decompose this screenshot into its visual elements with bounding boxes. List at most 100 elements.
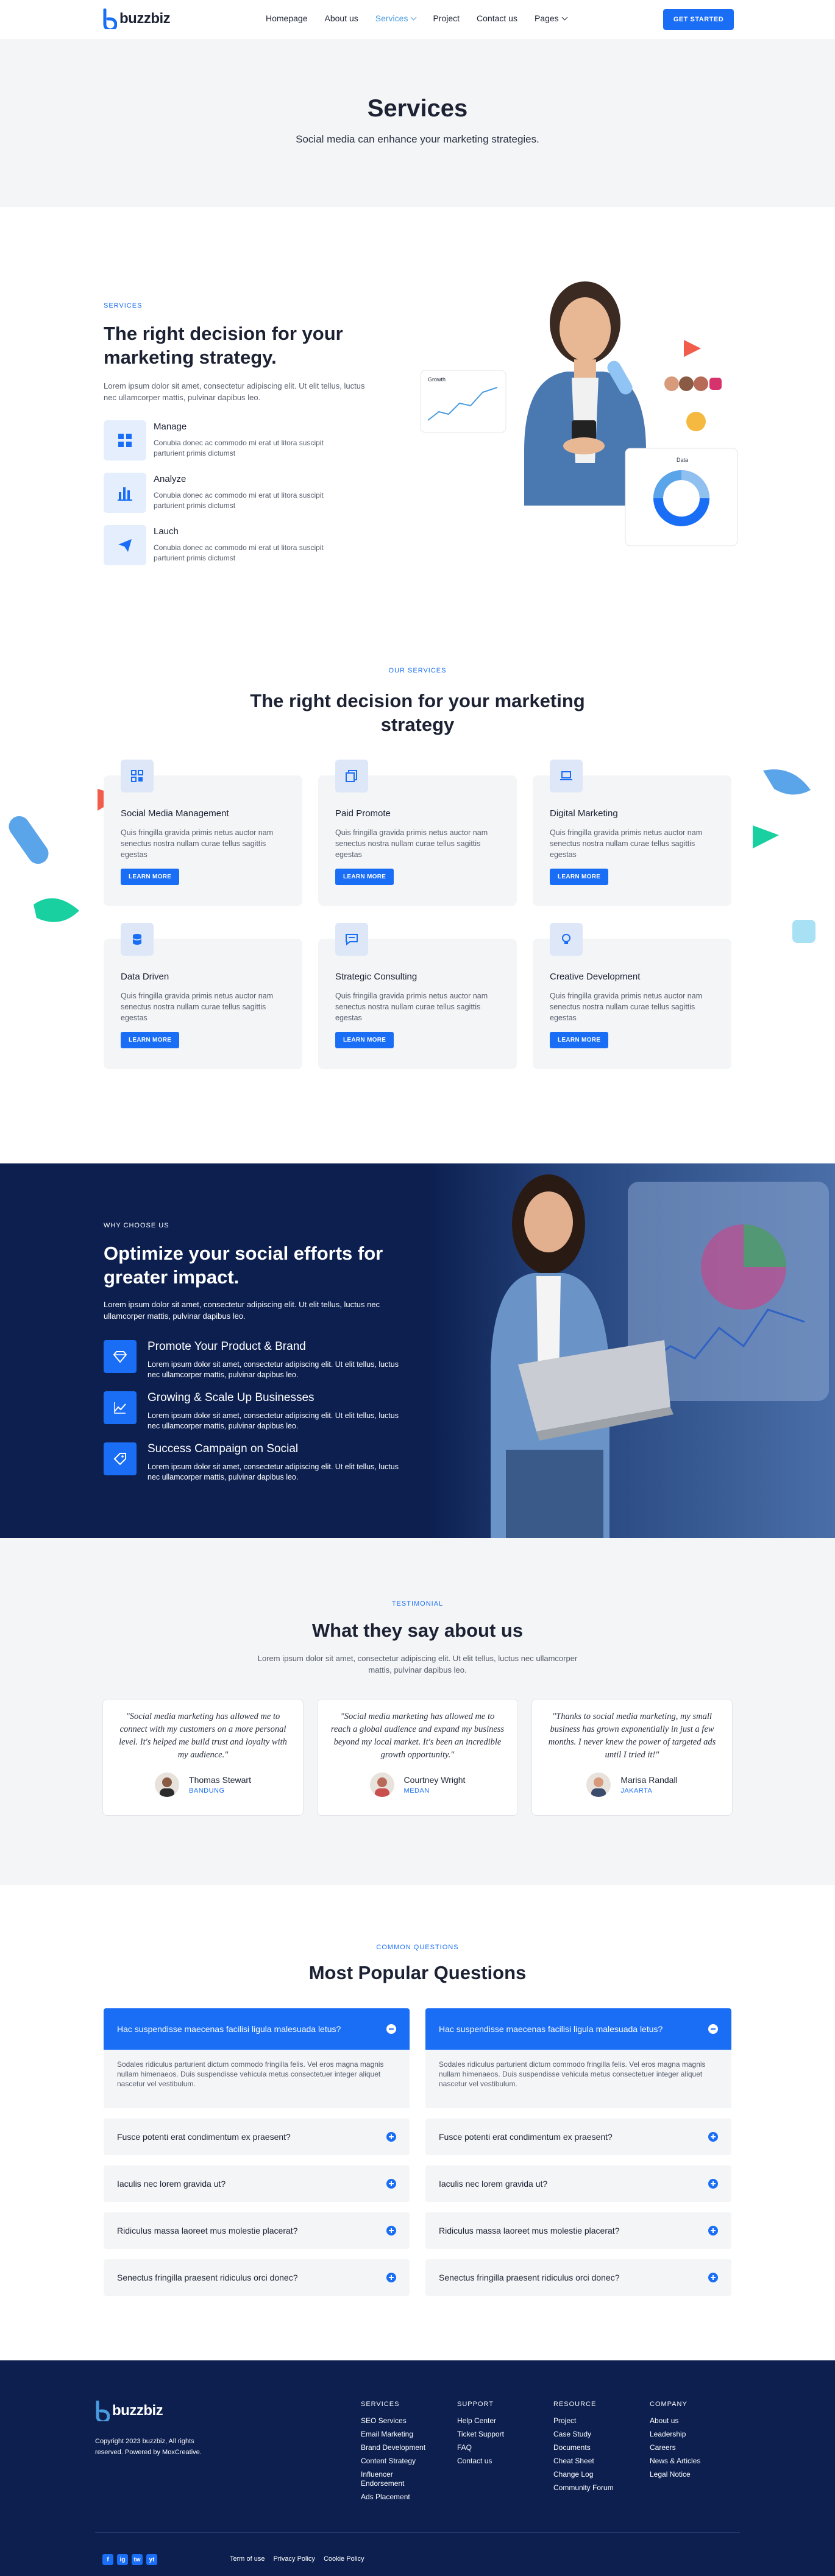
footer-link[interactable]: Brand Development bbox=[361, 2443, 425, 2452]
footer-link[interactable]: FAQ bbox=[457, 2443, 504, 2452]
footer-column-title: SUPPORT bbox=[457, 2401, 494, 2408]
footer-link[interactable]: Legal Notice bbox=[650, 2470, 700, 2479]
footer-logo[interactable]: buzzbiz bbox=[95, 2401, 163, 2421]
feature-text: Conubia donec ac commodo mi erat ut lito… bbox=[154, 543, 324, 562]
chat-icon bbox=[335, 923, 368, 956]
faq-question[interactable]: Ridiculus massa laoreet mus molestie pla… bbox=[425, 2212, 731, 2249]
card-title: Digital Marketing bbox=[550, 808, 618, 819]
nav-pages[interactable]: Pages bbox=[535, 13, 568, 23]
faq-question[interactable]: Senectus fringilla praesent ridiculus or… bbox=[104, 2259, 410, 2296]
faq-question-text: Ridiculus massa laoreet mus molestie pla… bbox=[439, 2226, 620, 2235]
why-lead: Lorem ipsum dolor sit amet, consectetur … bbox=[104, 1300, 380, 1321]
footer-link[interactable]: Influencer Endorsement bbox=[361, 2470, 416, 2488]
faq-section: COMMON QUESTIONS Most Popular Questions … bbox=[0, 1885, 835, 2360]
dashboard-icon bbox=[121, 760, 154, 792]
growth-chart-card: Growth bbox=[420, 370, 506, 433]
faq-question[interactable]: Iaculis nec lorem gravida ut? bbox=[425, 2165, 731, 2202]
service-card-social-media: Social Media Management Quis fringilla g… bbox=[104, 760, 302, 906]
learn-more-button[interactable]: LEARN MORE bbox=[550, 869, 609, 885]
copyright: Copyright 2023 buzzbiz, All rights reser… bbox=[95, 2438, 202, 2456]
avatar bbox=[155, 1773, 180, 1797]
avatar bbox=[369, 1773, 394, 1797]
footer-link[interactable]: Leadership bbox=[650, 2430, 700, 2439]
faq-column-left: Hac suspendisse maecenas facilisi ligula… bbox=[104, 2008, 410, 2306]
footer-link[interactable]: Help Center bbox=[457, 2416, 504, 2426]
faq-question[interactable]: Ridiculus massa laoreet mus molestie pla… bbox=[104, 2212, 410, 2249]
footer-link[interactable]: Contact us bbox=[457, 2457, 504, 2466]
faq-question-open[interactable]: Hac suspendisse maecenas facilisi ligula… bbox=[425, 2008, 731, 2050]
facebook-icon[interactable]: f bbox=[102, 2554, 113, 2565]
footer-link[interactable]: SEO Services bbox=[361, 2416, 425, 2426]
card-text: Quis fringilla gravida primis netus auct… bbox=[335, 828, 488, 859]
footer-link[interactable]: Content Strategy bbox=[361, 2457, 425, 2466]
plus-icon bbox=[386, 2273, 396, 2282]
footer-link[interactable]: News & Articles bbox=[650, 2457, 700, 2466]
terms-link[interactable]: Term of use bbox=[230, 2555, 265, 2563]
footer-link[interactable]: Change Log bbox=[553, 2470, 614, 2479]
logo[interactable]: buzzbiz bbox=[102, 9, 171, 29]
faq-question-text: Hac suspendisse maecenas facilisi ligula… bbox=[117, 2024, 341, 2034]
learn-more-button[interactable]: LEARN MORE bbox=[335, 1032, 394, 1048]
main-nav: Homepage About us Services Project Conta… bbox=[266, 13, 584, 23]
youtube-icon[interactable]: yt bbox=[146, 2554, 157, 2565]
why-feature-title: Promote Your Product & Brand bbox=[147, 1340, 306, 1353]
trend-line-icon bbox=[104, 1391, 137, 1424]
faq-question[interactable]: Fusce potenti erat condimentum ex praese… bbox=[425, 2119, 731, 2155]
footer-divider bbox=[95, 2532, 740, 2533]
faq-question-text: Fusce potenti erat condimentum ex praese… bbox=[439, 2132, 613, 2142]
intro-title: The right decision for your marketing st… bbox=[104, 323, 343, 368]
faq-question-text: Senectus fringilla praesent ridiculus or… bbox=[117, 2273, 298, 2282]
intro-eyebrow: SERVICES bbox=[104, 302, 143, 309]
plus-icon bbox=[386, 2132, 396, 2142]
logo-mark-icon bbox=[103, 9, 117, 29]
testimonial-quote: "Thanks to social media marketing, my sm… bbox=[548, 1712, 716, 1760]
why-feature-success: Success Campaign on Social Lorem ipsum do… bbox=[104, 1442, 410, 1483]
nav-contact[interactable]: Contact us bbox=[477, 13, 517, 23]
site-header: buzzbiz Homepage About us Services Proje… bbox=[0, 0, 835, 39]
privacy-link[interactable]: Privacy Policy bbox=[273, 2555, 314, 2563]
faq-question-text: Ridiculus massa laoreet mus molestie pla… bbox=[117, 2226, 298, 2235]
page-title: Services bbox=[367, 95, 468, 122]
cookie-link[interactable]: Cookie Policy bbox=[324, 2555, 364, 2563]
faq-question-text: Hac suspendisse maecenas facilisi ligula… bbox=[439, 2024, 663, 2034]
footer-link[interactable]: Careers bbox=[650, 2443, 700, 2452]
why-feature-text: Lorem ipsum dolor sit amet, consectetur … bbox=[147, 1360, 399, 1379]
minus-icon bbox=[386, 2024, 396, 2034]
faq-question-open[interactable]: Hac suspendisse maecenas facilisi ligula… bbox=[104, 2008, 410, 2050]
growth-card-title: Growth bbox=[428, 376, 446, 383]
footer-link[interactable]: Project bbox=[553, 2416, 614, 2426]
learn-more-button[interactable]: LEARN MORE bbox=[335, 869, 394, 885]
footer-link[interactable]: Community Forum bbox=[553, 2483, 614, 2493]
service-card-digital-marketing: Digital Marketing Quis fringilla gravida… bbox=[533, 760, 731, 906]
testimonial-name: Courtney Wright bbox=[403, 1775, 466, 1785]
learn-more-button[interactable]: LEARN MORE bbox=[550, 1032, 609, 1048]
faq-question[interactable]: Senectus fringilla praesent ridiculus or… bbox=[425, 2259, 731, 2296]
card-text: Quis fringilla gravida primis netus auct… bbox=[121, 828, 274, 859]
intro-lead: Lorem ipsum dolor sit amet, consectetur … bbox=[104, 381, 365, 402]
faq-question[interactable]: Fusce potenti erat condimentum ex praese… bbox=[104, 2119, 410, 2155]
plus-icon bbox=[708, 2226, 718, 2235]
footer-link[interactable]: Email Marketing bbox=[361, 2430, 425, 2439]
footer-link[interactable]: Documents bbox=[553, 2443, 614, 2452]
footer-link[interactable]: Ads Placement bbox=[361, 2493, 425, 2502]
learn-more-button[interactable]: LEARN MORE bbox=[121, 1032, 180, 1048]
footer-link[interactable]: About us bbox=[650, 2416, 700, 2426]
feature-text: Conubia donec ac commodo mi erat ut lito… bbox=[154, 439, 324, 457]
card-title: Data Driven bbox=[121, 972, 169, 982]
nav-services[interactable]: Services bbox=[375, 13, 417, 23]
instagram-icon[interactable]: ig bbox=[117, 2554, 128, 2565]
learn-more-button[interactable]: LEARN MORE bbox=[121, 869, 180, 885]
nav-project[interactable]: Project bbox=[433, 13, 460, 23]
nav-about[interactable]: About us bbox=[325, 13, 358, 23]
footer-link[interactable]: Ticket Support bbox=[457, 2430, 504, 2439]
footer-link[interactable]: Cheat Sheet bbox=[553, 2457, 614, 2466]
services-eyebrow: OUR SERVICES bbox=[388, 667, 447, 674]
footer-link[interactable]: Case Study bbox=[553, 2430, 614, 2439]
testimonial-name: Thomas Stewart bbox=[189, 1775, 251, 1785]
feature-analyze: Analyze Conubia donec ac commodo mi erat … bbox=[104, 473, 372, 513]
faq-question[interactable]: Iaculis nec lorem gravida ut? bbox=[104, 2165, 410, 2202]
nav-homepage[interactable]: Homepage bbox=[266, 13, 308, 23]
card-text: Quis fringilla gravida primis netus auct… bbox=[335, 992, 488, 1022]
get-started-button[interactable]: GET STARTED bbox=[663, 9, 734, 30]
twitter-icon[interactable]: tw bbox=[132, 2554, 143, 2565]
